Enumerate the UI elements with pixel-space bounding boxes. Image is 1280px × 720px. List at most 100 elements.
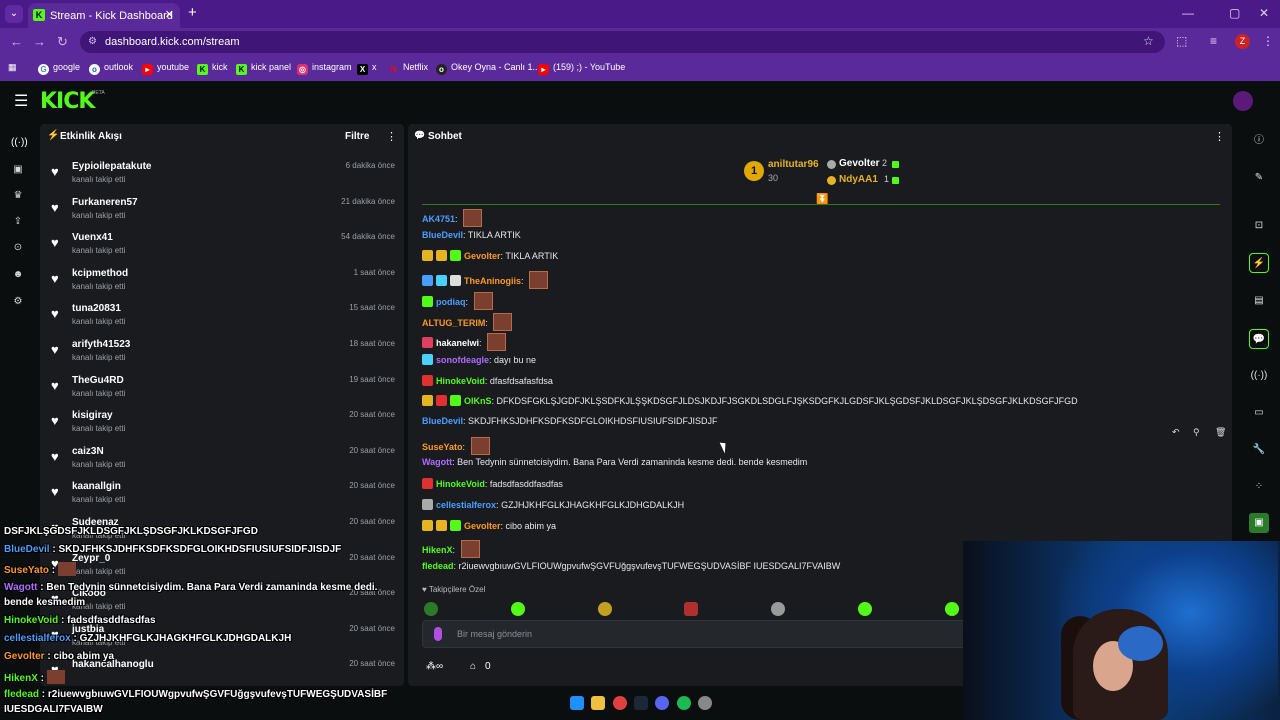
chat-message[interactable]: ALTUG_TERIM: bbox=[422, 312, 513, 331]
chat-username[interactable]: sonofdeagle bbox=[436, 355, 489, 365]
chat-message[interactable]: podiaq: bbox=[422, 291, 493, 310]
follower-name[interactable]: tuna20831 bbox=[72, 303, 121, 314]
activity-item[interactable]: ♥ Furkaneren57 kanalı takip etti 21 dakika … bbox=[40, 196, 404, 232]
bookmark-youtube[interactable]: ▸ youtube bbox=[142, 62, 189, 75]
bookmark-google[interactable]: Ggoogle bbox=[38, 62, 80, 75]
reload-icon[interactable]: ↻ bbox=[57, 34, 68, 50]
chat-message[interactable]: HinokeVoid: fadsdfasddfasdfas bbox=[422, 478, 563, 496]
activity-item[interactable]: ♥ caiz3N kanalı takip etti 20 saat önce bbox=[40, 445, 404, 481]
delete-icon[interactable]: 🗑 bbox=[1215, 427, 1226, 438]
activity-item[interactable]: ♥ Zeypr_0 kanalı takip etti 20 saat önce bbox=[40, 552, 404, 588]
chat-message[interactable]: SuseYato: bbox=[422, 436, 490, 455]
emote-icon[interactable] bbox=[424, 602, 438, 616]
activity-item[interactable]: ♥ kaanallgin kanalı takip etti 20 saat önce bbox=[40, 480, 404, 516]
chat-username[interactable]: AK4751 bbox=[422, 214, 455, 224]
chat-username[interactable]: OlKnS bbox=[464, 396, 492, 406]
filter-button[interactable]: Filtre bbox=[345, 131, 369, 142]
activity-item[interactable]: ♥ TheGu4RD kanalı takip etti 19 saat önce bbox=[40, 374, 404, 410]
activity-item[interactable]: ♥ hakancalhanoglu 20 saat önce bbox=[40, 658, 404, 694]
share-icon[interactable]: ⁘ bbox=[1249, 477, 1269, 497]
apps-grid-icon[interactable]: ▦ bbox=[8, 62, 17, 73]
chat-message[interactable]: Wagott: Ben Tedynin sünnetcisiydim. Bana… bbox=[422, 457, 807, 475]
chat-username[interactable]: HinokeVoid bbox=[436, 376, 485, 386]
activity-item[interactable]: ♥ Cikooo kanalı takip etti 20 saat önce bbox=[40, 587, 404, 623]
profile-avatar[interactable]: Z bbox=[1235, 34, 1250, 49]
follower-name[interactable]: TheGu4RD bbox=[72, 375, 124, 386]
bookmark-kick[interactable]: Kkick bbox=[197, 62, 228, 75]
emote-icon[interactable] bbox=[858, 602, 872, 616]
follower-name[interactable]: Vuenx41 bbox=[72, 232, 113, 243]
follower-name[interactable]: arifyth41523 bbox=[72, 339, 130, 350]
kick-logo[interactable]: KICK bbox=[40, 89, 95, 114]
notes-icon[interactable]: ▤ bbox=[1249, 291, 1269, 311]
chat-message[interactable]: TheAninogiis: bbox=[422, 271, 549, 290]
follower-name[interactable]: justbia bbox=[72, 624, 104, 635]
follower-name[interactable]: kisigiray bbox=[72, 410, 113, 421]
quick-actions-icon[interactable]: ⚡ bbox=[1249, 253, 1269, 273]
screenshot-icon[interactable]: ⊡ bbox=[1249, 216, 1269, 236]
chat-username[interactable]: SuseYato bbox=[422, 442, 463, 452]
chat-username[interactable]: BlueDevil bbox=[422, 230, 463, 240]
dashboard-icon[interactable]: ▣ bbox=[11, 163, 25, 177]
bookmark-okey[interactable]: o Okey Oyna - Canlı 1... bbox=[436, 62, 540, 75]
chat-username[interactable]: Wagott bbox=[422, 457, 452, 467]
bookmark-star-icon[interactable]: ☆ bbox=[1143, 34, 1154, 48]
chat-message[interactable]: Gevolter: cibo abim ya bbox=[422, 519, 556, 538]
follower-name[interactable]: Cikooo bbox=[72, 588, 106, 599]
chat-username[interactable]: Gevolter bbox=[464, 521, 501, 531]
bookmark-netflix[interactable]: N Netflix bbox=[388, 62, 428, 75]
chat-message[interactable]: HinokeVoid: dfasfdsafasfdsa bbox=[422, 374, 553, 393]
forward-icon[interactable]: → bbox=[33, 34, 46, 49]
media-control-icon[interactable]: ≡ bbox=[1210, 34, 1217, 48]
maximize-icon[interactable]: ▢ bbox=[1229, 6, 1240, 20]
chat-message[interactable]: BlueDevil: TIKLA ARTIK bbox=[422, 230, 521, 248]
chat-username[interactable]: TheAninogiis bbox=[464, 276, 521, 286]
chat-message[interactable]: OlKnS: DFKDSFGKLŞJGDFJKLŞSDFKJLŞŞKDSGFJL… bbox=[422, 395, 1078, 413]
new-tab-button[interactable]: + bbox=[188, 4, 197, 21]
moderation-icon[interactable]: ⊙ bbox=[11, 241, 25, 255]
extensions-icon[interactable]: ⬚ bbox=[1176, 34, 1187, 48]
emote-icon[interactable] bbox=[771, 602, 785, 616]
bookmark-kick-panel[interactable]: Kkick panel bbox=[236, 62, 291, 75]
extension-app-icon[interactable]: ▣ bbox=[1249, 513, 1269, 533]
url-field[interactable]: ⚙ dashboard.kick.com/stream bbox=[80, 31, 1165, 53]
trophy-icon[interactable]: ♛ bbox=[11, 189, 25, 203]
file-explorer-icon[interactable] bbox=[591, 696, 605, 710]
layout-icon[interactable]: ▭ bbox=[1249, 403, 1269, 423]
settings-gear-icon[interactable]: ⚙ bbox=[11, 295, 25, 309]
chat-message[interactable]: sonofdeagle: dayı bu ne bbox=[422, 353, 536, 372]
site-info-icon[interactable]: ⚙ bbox=[88, 36, 97, 47]
follower-name[interactable]: Zeypr_0 bbox=[72, 553, 110, 564]
emote-icon[interactable] bbox=[684, 602, 698, 616]
chat-menu-icon[interactable]: ⋮ bbox=[1214, 130, 1225, 143]
activity-item[interactable]: ♥ Sudeenaz kanalı takip etti 20 saat önce bbox=[40, 516, 404, 552]
edit-pencil-icon[interactable]: ✎ bbox=[1249, 168, 1269, 188]
reply-icon[interactable]: ↶ bbox=[1172, 427, 1180, 438]
tab-close-icon[interactable]: ✕ bbox=[165, 8, 174, 21]
settings-app-icon[interactable] bbox=[698, 696, 712, 710]
spotify-icon[interactable] bbox=[677, 696, 691, 710]
chat-username[interactable]: HikenX bbox=[422, 545, 453, 555]
chrome-icon[interactable] bbox=[613, 696, 627, 710]
windows-start-icon[interactable] bbox=[570, 696, 584, 710]
follower-name[interactable]: hakancalhanoglu bbox=[72, 659, 154, 670]
pin-icon[interactable]: ⚲ bbox=[1193, 427, 1200, 438]
chat-message[interactable]: AK4751: bbox=[422, 209, 483, 227]
bookmark-instagram[interactable]: ◎ instagram bbox=[297, 62, 352, 75]
chat-message[interactable]: hakanelwi: bbox=[422, 333, 507, 352]
follower-name[interactable]: Furkaneren57 bbox=[72, 197, 138, 208]
chat-message[interactable]: Gevolter: TIKLA ARTIK bbox=[422, 250, 558, 268]
activity-item[interactable]: ♥ tuna20831 kanalı takip etti 15 saat önce bbox=[40, 302, 404, 338]
chat-message[interactable]: fledead: r2iuewvgbıuwGVLFIOUWgpvufwŞGVFU… bbox=[422, 561, 840, 579]
chat-username[interactable]: HinokeVoid bbox=[436, 479, 485, 489]
users-icon[interactable]: ☻ bbox=[11, 268, 25, 282]
chat-username[interactable]: podiaq bbox=[436, 297, 466, 307]
back-icon[interactable]: ← bbox=[10, 34, 23, 49]
connection-icon[interactable]: ⁂∞ bbox=[426, 661, 443, 672]
emote-icon[interactable] bbox=[945, 602, 959, 616]
chat-username[interactable]: BlueDevil bbox=[422, 416, 463, 426]
chat-toggle-icon[interactable]: 💬 bbox=[1249, 329, 1269, 349]
bookmark-youtube-159[interactable]: ▸ (159) ;) - YouTube bbox=[538, 62, 625, 75]
activity-item[interactable]: ♥ kisigiray kanalı takip etti 20 saat önce bbox=[40, 409, 404, 445]
steam-icon[interactable] bbox=[634, 696, 648, 710]
